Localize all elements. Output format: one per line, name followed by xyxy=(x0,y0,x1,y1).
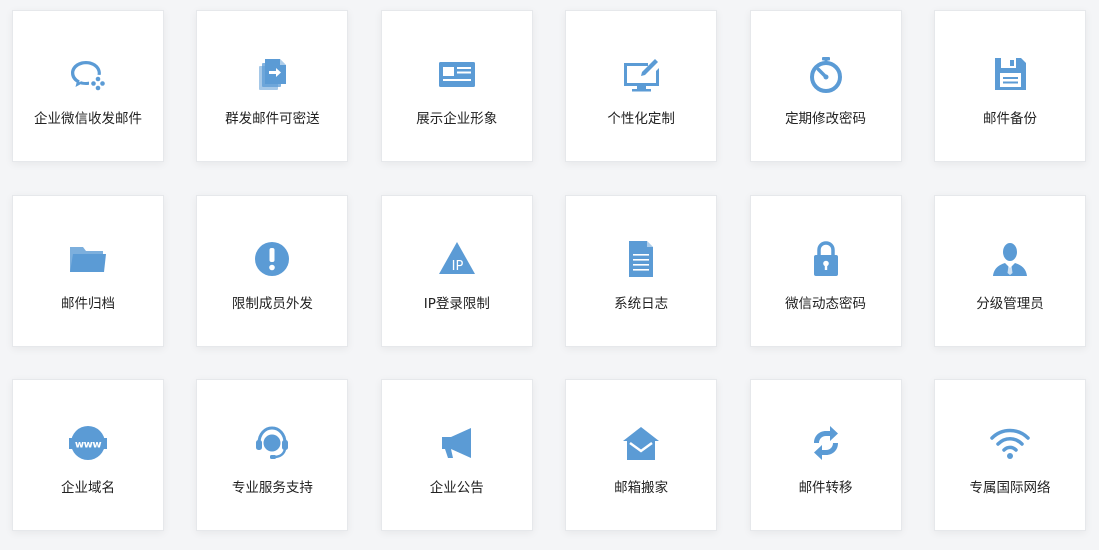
feature-card-ip-restrict[interactable]: IP IP登录限制 xyxy=(380,194,533,347)
feature-card-mail-transfer[interactable]: 邮件转移 xyxy=(749,379,902,531)
feature-label: 微信动态密码 xyxy=(785,295,867,312)
lock-icon xyxy=(806,239,846,279)
feature-card-mail-backup[interactable]: 邮件备份 xyxy=(933,10,1086,162)
feature-label: 系统日志 xyxy=(614,295,669,312)
feature-card-mass-mail[interactable]: 群发邮件可密送 xyxy=(196,10,349,162)
www-globe-icon: www xyxy=(68,423,108,463)
feature-label: 展示企业形象 xyxy=(416,111,498,127)
exclamation-icon xyxy=(252,239,292,279)
svg-text:IP: IP xyxy=(451,259,463,274)
feature-label: 邮箱搬家 xyxy=(614,480,669,496)
feature-card-customize[interactable]: 个性化定制 xyxy=(565,10,718,162)
feature-card-domain[interactable]: www 企业域名 xyxy=(12,379,164,531)
feature-label: 专属国际网络 xyxy=(969,480,1051,496)
svg-text:www: www xyxy=(75,440,101,451)
feature-card-restrict-send[interactable]: 限制成员外发 xyxy=(196,194,349,347)
feature-label: IP登录限制 xyxy=(423,295,490,312)
feature-card-admin-levels[interactable]: 分级管理员 xyxy=(933,194,1086,347)
monitor-pen-icon xyxy=(621,54,661,94)
headset-icon xyxy=(252,423,292,463)
feature-label: 群发邮件可密送 xyxy=(225,111,320,127)
feature-grid: 企业微信收发邮件 群发邮件可密送 展示企业形象 个性化定制 定期修改密码 邮件备… xyxy=(12,10,1086,531)
feature-label: 企业域名 xyxy=(61,480,115,496)
feature-label: 企业公告 xyxy=(429,480,484,496)
feature-card-mailbox-move[interactable]: 邮箱搬家 xyxy=(565,379,718,531)
feature-label: 个性化定制 xyxy=(607,111,675,127)
feature-label: 邮件归档 xyxy=(61,295,115,312)
wecom-icon xyxy=(68,54,108,94)
feature-label: 分级管理员 xyxy=(976,295,1044,312)
feature-card-change-password[interactable]: 定期修改密码 xyxy=(749,10,902,162)
feature-label: 定期修改密码 xyxy=(785,111,867,127)
feature-label: 邮件备份 xyxy=(982,111,1037,127)
feature-card-mail-archive[interactable]: 邮件归档 xyxy=(12,194,164,347)
mass-mail-icon xyxy=(252,54,292,94)
feature-label: 专业服务支持 xyxy=(231,480,313,496)
business-card-icon xyxy=(437,54,477,94)
feature-card-announcement[interactable]: 企业公告 xyxy=(380,379,533,531)
admin-user-icon xyxy=(990,239,1030,279)
feature-card-wecom-mail[interactable]: 企业微信收发邮件 xyxy=(12,10,164,162)
stopwatch-icon xyxy=(806,54,846,94)
sync-arrows-icon xyxy=(806,423,846,463)
feature-label: 限制成员外发 xyxy=(231,295,313,312)
feature-card-intl-network[interactable]: 专属国际网络 xyxy=(933,379,1086,531)
feature-card-dynamic-password[interactable]: 微信动态密码 xyxy=(749,194,902,347)
megaphone-icon xyxy=(437,423,477,463)
feature-card-system-log[interactable]: 系统日志 xyxy=(565,194,718,347)
floppy-disk-icon xyxy=(990,54,1030,94)
feature-card-brand-image[interactable]: 展示企业形象 xyxy=(380,10,533,162)
feature-label: 邮件转移 xyxy=(798,480,853,496)
document-icon xyxy=(621,239,661,279)
wifi-icon xyxy=(990,423,1030,463)
feature-label: 企业微信收发邮件 xyxy=(34,111,142,127)
folder-icon xyxy=(68,239,108,279)
mailbox-move-icon xyxy=(621,423,661,463)
feature-card-support[interactable]: 专业服务支持 xyxy=(196,379,349,531)
ip-warning-icon: IP xyxy=(437,239,477,279)
